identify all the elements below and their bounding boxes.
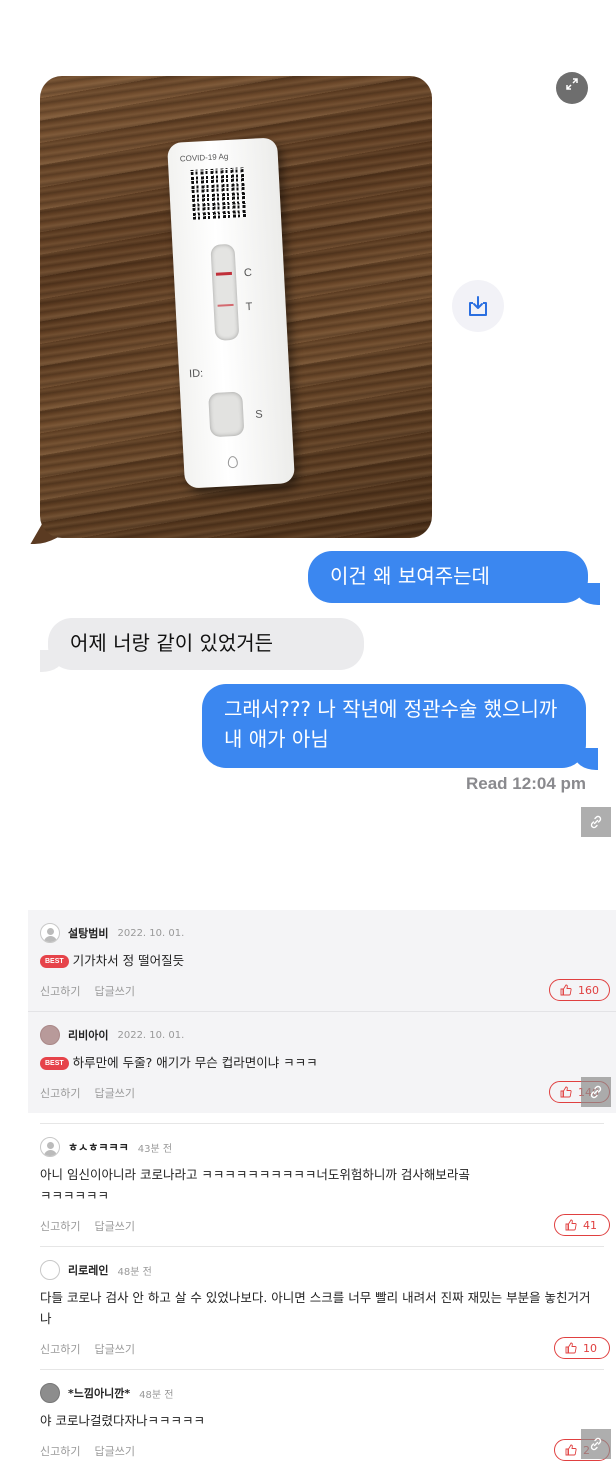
message-bubble-sent[interactable]: 그래서??? 나 작년에 정관수술 했으니까 내 애가 아님 [202, 684, 586, 768]
result-window [210, 243, 240, 341]
reply-link[interactable]: 답글쓰기 [94, 1085, 134, 1101]
download-button[interactable] [452, 280, 504, 332]
thumbs-up-icon [560, 984, 572, 996]
thumbs-up-icon [560, 1086, 572, 1098]
comment-item: *느낌아니깐* 48분 전 야 코로나걸렸다자나ㅋㅋㅋㅋㅋ 신고하기 답글쓰기 … [28, 1370, 616, 1471]
comment-item: 리로레인 48분 전 다들 코로나 검사 안 하고 살 수 있었나보다. 아니면… [28, 1247, 616, 1369]
message-bubble-received[interactable]: 어제 너랑 같이 있었거든 [48, 618, 364, 670]
comment-nickname[interactable]: 설탕범비 [68, 925, 108, 941]
report-link[interactable]: 신고하기 [40, 1443, 80, 1459]
drop-icon [227, 455, 239, 469]
comment-nickname[interactable]: 리로레인 [68, 1262, 108, 1278]
read-receipt: Read 12:04 pm [466, 774, 586, 793]
avatar[interactable] [40, 923, 60, 943]
like-button[interactable]: 160 [549, 979, 610, 1001]
test-line [217, 303, 234, 307]
message-bubble-sent[interactable]: 이건 왜 보여주는데 [308, 551, 588, 603]
comment-list: 설탕범비 2022. 10. 01. BEST 기가차서 정 떨어질듯 신고하기 … [28, 910, 616, 1471]
control-line [215, 271, 233, 276]
comment-text: 다들 코로나 검사 안 하고 살 수 있었나보다. 아니면 스크를 너무 빨리 … [40, 1290, 591, 1326]
sample-well [208, 391, 245, 438]
expand-icon[interactable] [556, 72, 588, 104]
comment-text: 아니 임신이아니라 코로나라고 ㅋㅋㅋㅋㅋㅋㅋㅋㅋㅋ너도위험하니까 검사해보라곸… [40, 1167, 470, 1203]
best-badge: BEST [40, 955, 69, 968]
download-icon [469, 296, 487, 316]
kit-label: COVID-19 Ag [179, 151, 229, 164]
photo-message[interactable]: COVID-19 Ag C T ID: S [30, 76, 432, 544]
avatar[interactable] [40, 1383, 60, 1403]
comment-nickname[interactable]: *느낌아니깐* [68, 1385, 130, 1401]
comment-text: 야 코로나걸렸다자나ㅋㅋㅋㅋㅋ [40, 1413, 205, 1428]
thumbs-up-icon [565, 1219, 577, 1231]
comment-date: 48분 전 [139, 1389, 174, 1401]
report-link[interactable]: 신고하기 [40, 1341, 80, 1357]
link-icon[interactable] [581, 807, 611, 837]
like-button[interactable]: 10 [554, 1337, 610, 1359]
like-button[interactable]: 41 [554, 1214, 610, 1236]
bubble-tail [40, 650, 64, 672]
comment-text: 하루만에 두줄? 애기가 무슨 컵라면이냐 ㅋㅋㅋ [72, 1055, 318, 1070]
comment-date: 48분 전 [117, 1266, 152, 1278]
comment-nickname[interactable]: 리비아이 [68, 1027, 108, 1043]
reply-link[interactable]: 답글쓰기 [94, 983, 134, 999]
link-icon[interactable] [581, 1429, 611, 1459]
kit-letter-c: C [243, 266, 253, 280]
link-icon[interactable] [581, 1077, 611, 1107]
comment-date: 2022. 10. 01. [117, 927, 185, 939]
test-kit-photo[interactable]: COVID-19 Ag C T ID: S [40, 76, 432, 538]
best-badge: BEST [40, 1057, 69, 1070]
like-count: 10 [583, 1341, 597, 1355]
covid-test-kit: COVID-19 Ag C T ID: S [167, 137, 295, 489]
comment-nickname[interactable]: ㅎㅅㅎㅋㅋㅋ [68, 1139, 129, 1155]
comment-item: 리비아이 2022. 10. 01. BEST 하루만에 두줄? 애기가 무슨 컵… [28, 1012, 616, 1113]
reply-link[interactable]: 답글쓰기 [94, 1218, 134, 1234]
report-link[interactable]: 신고하기 [40, 1218, 80, 1234]
reply-link[interactable]: 답글쓰기 [94, 1341, 134, 1357]
qr-code [190, 167, 247, 220]
bubble-tail [574, 748, 598, 770]
like-count: 41 [583, 1218, 597, 1232]
comment-date: 43분 전 [137, 1143, 173, 1155]
comment-text: 기가차서 정 떨어질듯 [72, 953, 185, 968]
like-count: 160 [578, 983, 599, 997]
comment-item: 설탕범비 2022. 10. 01. BEST 기가차서 정 떨어질듯 신고하기 … [28, 910, 616, 1011]
report-link[interactable]: 신고하기 [40, 983, 80, 999]
avatar[interactable] [40, 1025, 60, 1045]
avatar[interactable] [40, 1260, 60, 1280]
kit-letter-t: T [245, 300, 253, 314]
kit-id-label: ID: [188, 367, 204, 381]
reply-link[interactable]: 답글쓰기 [94, 1443, 134, 1459]
chat-screenshot: COVID-19 Ag C T ID: S 이건 왜 보여주는데 어제 너랑 같… [0, 0, 616, 880]
kit-letter-s: S [255, 408, 264, 421]
bubble-tail [576, 583, 600, 605]
thumbs-up-icon [565, 1444, 577, 1456]
report-link[interactable]: 신고하기 [40, 1085, 80, 1101]
comment-item: ㅎㅅㅎㅋㅋㅋ 43분 전 아니 임신이아니라 코로나라고 ㅋㅋㅋㅋㅋㅋㅋㅋㅋㅋ너… [28, 1124, 616, 1246]
comment-date: 2022. 10. 01. [117, 1029, 185, 1041]
avatar[interactable] [40, 1137, 60, 1157]
thumbs-up-icon [565, 1342, 577, 1354]
